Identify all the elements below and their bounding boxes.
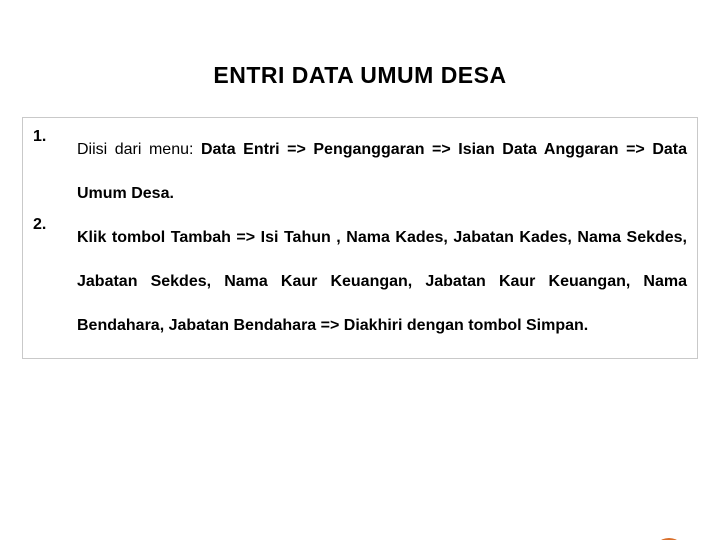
step-number: 1. [33,128,77,216]
step-text-bold: Klik tombol Tambah => Isi Tahun , Nama K… [77,229,687,334]
step-row: 2. Klik tombol Tambah => Isi Tahun , Nam… [33,216,687,348]
step-text: Diisi dari menu: [77,141,201,158]
step-body: Diisi dari menu: Data Entri => Pengangga… [77,128,687,216]
slide-title: ENTRI DATA UMUM DESA [0,62,720,89]
slide: ENTRI DATA UMUM DESA 1. Diisi dari menu:… [0,62,720,540]
step-body: Klik tombol Tambah => Isi Tahun , Nama K… [77,216,687,348]
steps-table: 1. Diisi dari menu: Data Entri => Pengan… [33,128,687,348]
step-row: 1. Diisi dari menu: Data Entri => Pengan… [33,128,687,216]
step-number: 2. [33,216,77,348]
content-box: 1. Diisi dari menu: Data Entri => Pengan… [22,117,698,359]
